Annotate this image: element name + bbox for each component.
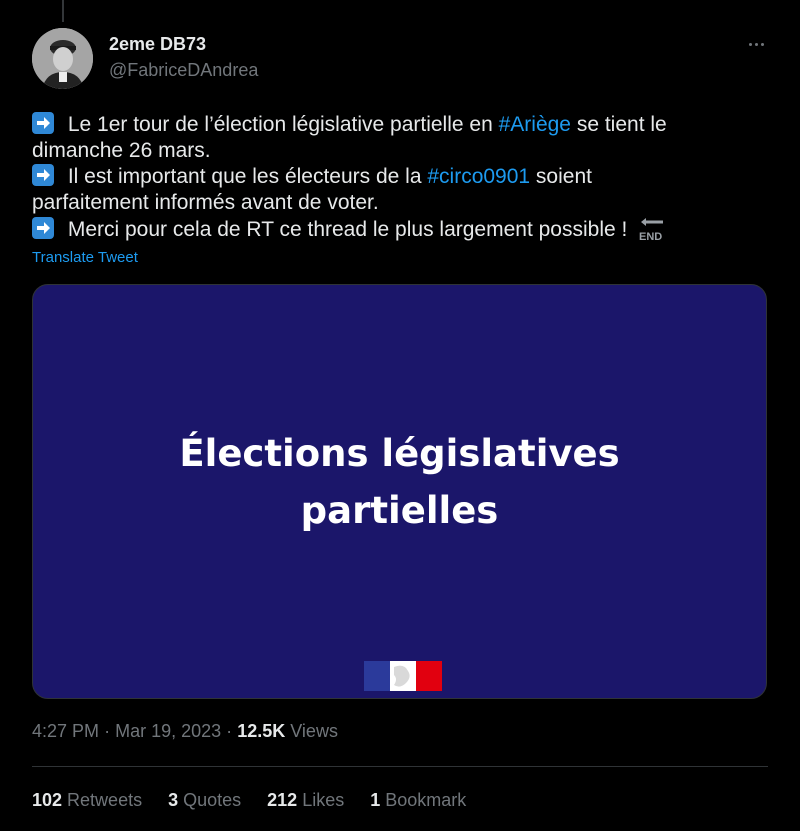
media-title-line-1: Élections législatives [179,432,620,475]
meta-separator: · [226,721,233,741]
tweet-line-3: Il est important que les électeurs de la… [32,164,752,190]
divider [32,766,768,767]
likes-count: 212 [267,790,298,810]
translate-tweet-link[interactable]: Translate Tweet [32,249,138,266]
tweet-text-segment: Le 1er tour de l’élection législative pa… [62,113,499,136]
tweet-line-4: parfaitement informés avant de voter. [32,191,379,214]
avatar[interactable] [32,28,93,89]
right-arrow-emoji-icon [32,164,54,186]
bookmarks-stat[interactable]: 1 Bookmark [370,790,466,811]
retweets-count: 102 [32,790,63,810]
quotes-count: 3 [168,790,179,810]
end-arrow-emoji-icon: END [637,216,667,243]
tweet-header: 2eme DB73 @FabriceDAndrea [32,28,768,90]
tweet-text-segment: soient [530,165,592,188]
engagement-stats: 102 Retweets 3 Quotes 212 Likes 1 Bookmark [32,790,466,811]
more-options-icon[interactable] [744,32,768,56]
tweet-meta: 4:27 PM · Mar 19, 2023 · 12.5K Views [32,721,338,742]
bookmarks-count: 1 [370,790,381,810]
tweet-line-5: Merci pour cela de RT ce thread le plus … [32,216,752,243]
author-names: 2eme DB73 @FabriceDAndrea [109,33,258,81]
retweets-stat[interactable]: 102 Retweets [32,790,142,811]
views-count: 12.5K [237,721,286,741]
thread-connector [62,0,64,22]
likes-label: Likes [302,790,345,810]
tweet-line-1: Le 1er tour de l’élection législative pa… [32,112,752,138]
retweets-label: Retweets [67,790,143,810]
tweet-media-image[interactable]: Élections législatives partielles [32,284,767,699]
author-display-name[interactable]: 2eme DB73 [109,33,258,55]
bookmarks-label: Bookmark [385,790,467,810]
end-emoji-text: END [639,231,662,242]
right-arrow-emoji-icon [32,112,54,134]
right-arrow-emoji-icon [32,217,54,239]
quotes-label: Quotes [183,790,242,810]
marianne-tricolor-logo-icon [364,661,442,691]
tweet-text-segment: se tient le [570,113,667,136]
media-title: Élections législatives partielles [33,425,766,539]
media-title-line-2: partielles [300,489,499,532]
views-label: Views [290,721,338,741]
tweet-line-2: dimanche 26 mars. [32,139,211,162]
hashtag-circo-link[interactable]: #circo0901 [427,165,530,188]
quotes-stat[interactable]: 3 Quotes [168,790,241,811]
tweet-text-segment: Il est important que les électeurs de la [62,165,428,188]
tweet-text-segment: Merci pour cela de RT ce thread le plus … [62,218,628,241]
meta-separator: · [104,721,111,741]
author-handle[interactable]: @FabriceDAndrea [109,59,258,81]
tweet-text: Le 1er tour de l’élection législative pa… [32,112,752,243]
tweet-page: 2eme DB73 @FabriceDAndrea Le 1er tour de… [0,0,800,831]
hashtag-ariege-link[interactable]: #Ariège [499,113,571,136]
tweet-date[interactable]: Mar 19, 2023 [115,721,221,741]
tweet-time[interactable]: 4:27 PM [32,721,99,741]
likes-stat[interactable]: 212 Likes [267,790,344,811]
